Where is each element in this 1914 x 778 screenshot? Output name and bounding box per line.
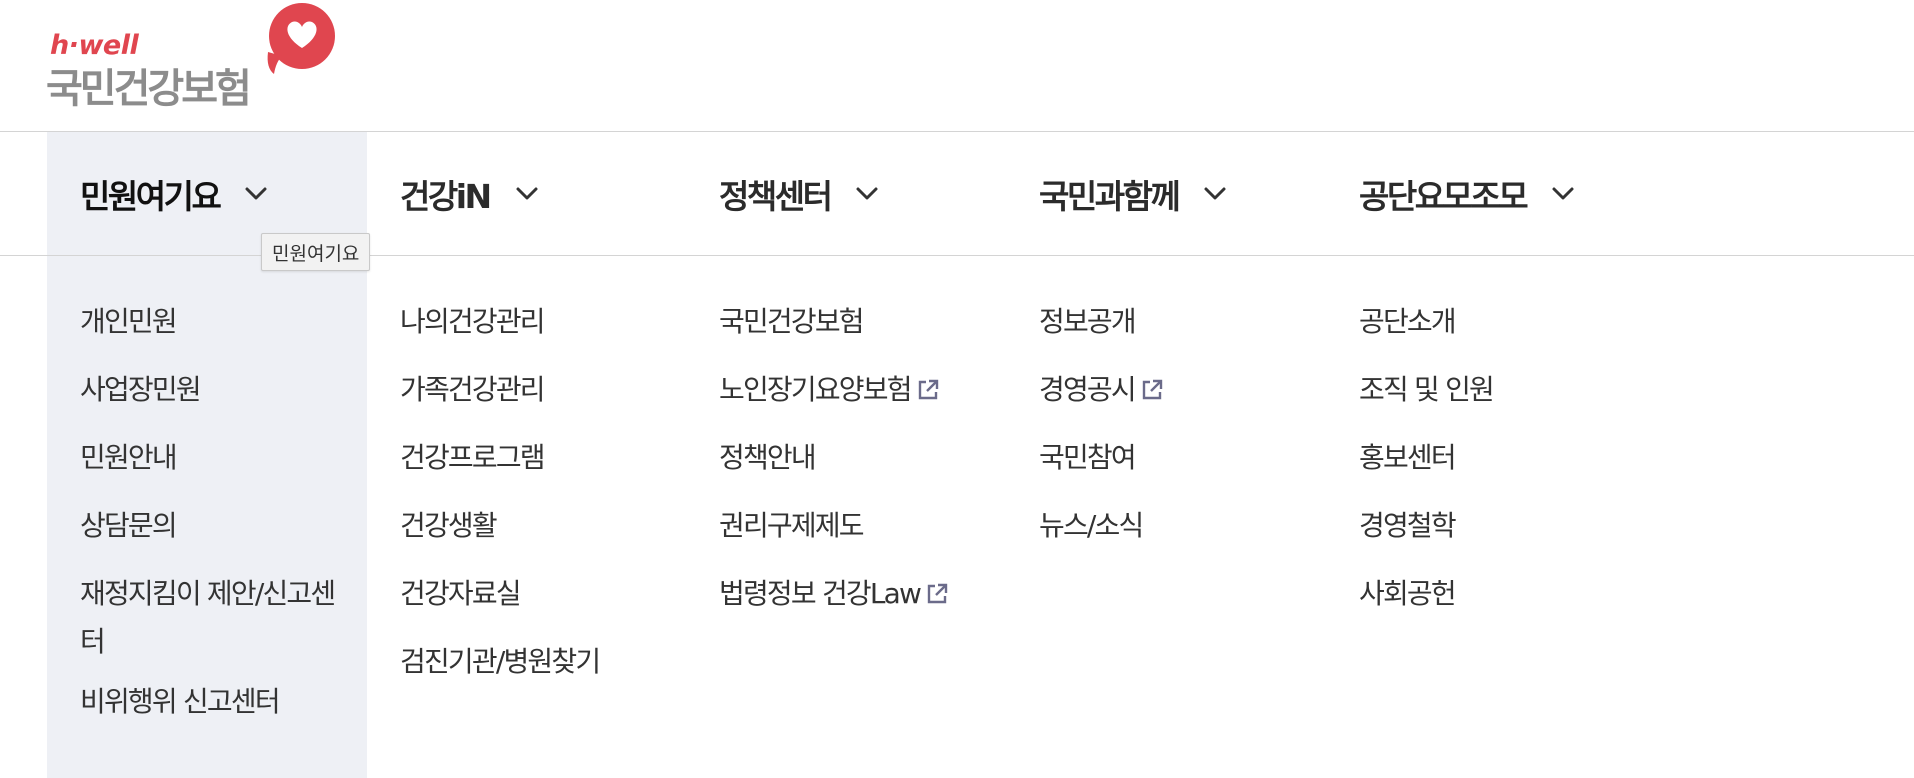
nav-label: 민원여기요 (80, 177, 222, 216)
submenu-item-label: 법령정보 건강Law (719, 577, 922, 610)
tooltip: 민원여기요 (261, 233, 371, 271)
submenu-item[interactable]: 비위행위 신고센터 (80, 678, 350, 726)
external-link-icon (1142, 379, 1163, 400)
submenu-item[interactable]: 홍보센터 (1359, 434, 1493, 482)
nav-label: 공단요모조모 (1359, 177, 1529, 216)
submenu-item[interactable]: 국민건강보험 (719, 298, 950, 346)
external-link-icon (927, 583, 948, 604)
nav-item-about-corp[interactable]: 공단요모조모 (1359, 172, 1578, 216)
submenu-item-external[interactable]: 노인장기요양보험 (719, 366, 950, 414)
submenu-item[interactable]: 사회공헌 (1359, 570, 1493, 618)
nav-item-health-in[interactable]: 건강iN (400, 172, 542, 216)
submenu-item[interactable]: 사업장민원 (80, 366, 350, 414)
chevron-down-icon (1204, 187, 1226, 200)
submenu-item[interactable]: 건강자료실 (400, 570, 599, 618)
submenu-item[interactable]: 건강생활 (400, 502, 599, 550)
submenu-item-label: 경영공시 (1039, 373, 1137, 406)
nav-item-minwon[interactable]: 민원여기요 (80, 172, 271, 216)
nav-item-policy-center[interactable]: 정책센터 (719, 172, 882, 216)
nav-label: 정책센터 (719, 177, 833, 216)
nav-label: 국민과함께 (1039, 177, 1181, 216)
submenu-item-label: 노인장기요양보험 (719, 373, 912, 406)
submenu-with-citizens: 정보공개 경영공시 국민참여 뉴스/소식 (1039, 298, 1165, 570)
submenu-item[interactable]: 나의건강관리 (400, 298, 599, 346)
site-logo[interactable]: h·well 국민건강보험 (44, 0, 344, 112)
nav-label: 건강iN (400, 177, 492, 216)
submenu-item[interactable]: 정보공개 (1039, 298, 1165, 346)
submenu-item[interactable]: 검진기관/병원찾기 (400, 638, 601, 686)
chevron-down-icon (516, 187, 538, 200)
nav-item-with-citizens[interactable]: 국민과함께 (1039, 172, 1230, 216)
submenu-item[interactable]: 개인민원 (80, 298, 350, 346)
submenu-item[interactable]: 민원안내 (80, 434, 350, 482)
logo-name: 국민건강보험 (46, 66, 252, 112)
submenu-policy-center: 국민건강보험 노인장기요양보험 정책안내 권리구제제도 법령정보 건강Law (719, 298, 950, 638)
submenu-item[interactable]: 권리구제제도 (719, 502, 950, 550)
submenu-item[interactable]: 뉴스/소식 (1039, 502, 1165, 550)
chevron-down-icon (1552, 187, 1574, 200)
chevron-down-icon (245, 187, 267, 200)
chevron-down-icon (856, 187, 878, 200)
submenu-item[interactable]: 재정지킴이 제안/신고센터 (80, 570, 350, 666)
submenu-item-external[interactable]: 경영공시 (1039, 366, 1165, 414)
submenu-item[interactable]: 경영철학 (1359, 502, 1493, 550)
external-link-icon (918, 379, 938, 400)
submenu-item[interactable]: 정책안내 (719, 434, 950, 482)
submenu-item[interactable]: 국민참여 (1039, 434, 1165, 482)
submenu-about-corp: 공단소개 조직 및 인원 홍보센터 경영철학 사회공헌 (1359, 298, 1495, 638)
submenu-item-external[interactable]: 법령정보 건강Law (719, 570, 950, 618)
submenu-item[interactable]: 가족건강관리 (400, 366, 599, 414)
submenu-item[interactable]: 공단소개 (1359, 298, 1493, 346)
submenu-item[interactable]: 상담문의 (80, 502, 350, 550)
submenu-item[interactable]: 조직 및 인원 (1359, 366, 1495, 414)
submenu-item[interactable]: 건강프로그램 (400, 434, 599, 482)
heart-logo-icon (267, 3, 335, 74)
submenu-minwon: 개인민원 사업장민원 민원안내 상담문의 재정지킴이 제안/신고센터 비위행위 … (80, 298, 350, 746)
site-header: h·well 국민건강보험 (0, 0, 1914, 132)
submenu-health-in: 나의건강관리 가족건강관리 건강프로그램 건강생활 건강자료실 검진기관/병원찾… (400, 298, 601, 706)
